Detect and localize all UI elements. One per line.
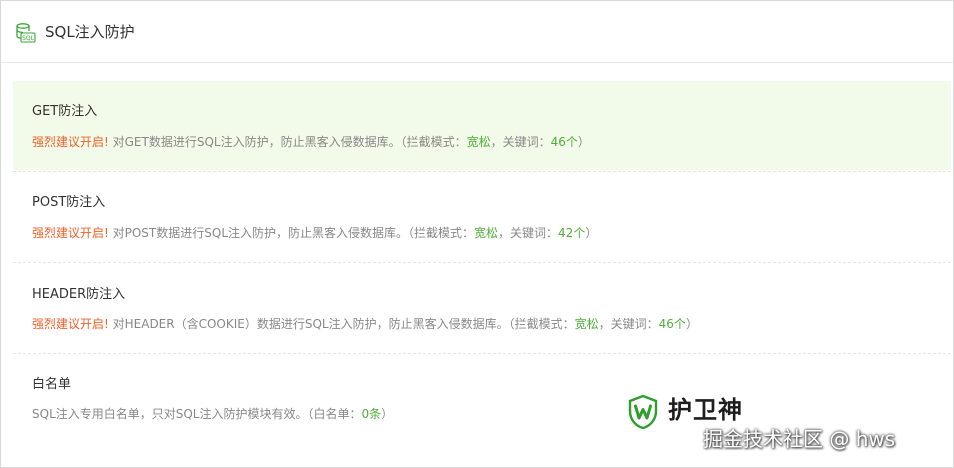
item-description: 强烈建议开启! 对GET数据进行SQL注入防护，防止黑客入侵数据库。（拦截模式：… bbox=[32, 135, 590, 149]
recommend-label: 强烈建议开启! bbox=[32, 226, 109, 240]
recommend-label: 强烈建议开启! bbox=[32, 135, 109, 149]
recommend-label: 强烈建议开启! bbox=[32, 317, 109, 331]
setting-item-post-injection[interactable]: POST防注入 强烈建议开启! 对POST数据进行SQL注入防护，防止黑客入侵数… bbox=[13, 172, 951, 261]
watermark-credit: 掘金技术社区 @ hws bbox=[703, 427, 896, 451]
item-description: SQL注入专用白名单，只对SQL注入防护模块有效。（白名单：0条） bbox=[32, 407, 394, 421]
mode-value: 宽松 bbox=[466, 135, 491, 149]
whitelist-count: 0条 bbox=[361, 407, 382, 421]
item-description: 强烈建议开启! 对POST数据进行SQL注入防护，防止黑客入侵数据库。（拦截模式… bbox=[32, 226, 598, 240]
item-title: POST防注入 bbox=[32, 195, 106, 210]
shield-w-icon bbox=[628, 395, 658, 429]
item-title: 白名单 bbox=[32, 377, 72, 392]
sql-database-icon: SQL bbox=[16, 23, 36, 43]
setting-item-get-injection[interactable]: GET防注入 强烈建议开启! 对GET数据进行SQL注入防护，防止黑客入侵数据库… bbox=[13, 81, 951, 170]
item-description: 强烈建议开启! 对HEADER（含COOKIE）数据进行SQL注入防护，防止黑客… bbox=[32, 317, 698, 331]
page-title: SQL注入防护 bbox=[45, 23, 135, 41]
svg-text:SQL: SQL bbox=[22, 35, 35, 42]
keyword-count: 42个 bbox=[558, 226, 586, 240]
mode-value: 宽松 bbox=[474, 226, 499, 240]
item-title: GET防注入 bbox=[32, 104, 98, 119]
panel-header: SQL SQL注入防护 bbox=[1, 1, 953, 63]
item-title: HEADER防注入 bbox=[32, 287, 126, 302]
panel: SQL SQL注入防护 GET防注入 强烈建议开启! 对GET数据进行SQL注入… bbox=[0, 0, 954, 468]
keyword-count: 46个 bbox=[658, 317, 686, 331]
watermark-brand: 护卫神 bbox=[668, 396, 743, 424]
mode-value: 宽松 bbox=[574, 317, 599, 331]
setting-item-header-injection[interactable]: HEADER防注入 强烈建议开启! 对HEADER（含COOKIE）数据进行SQ… bbox=[13, 263, 951, 352]
keyword-count: 46个 bbox=[550, 135, 578, 149]
